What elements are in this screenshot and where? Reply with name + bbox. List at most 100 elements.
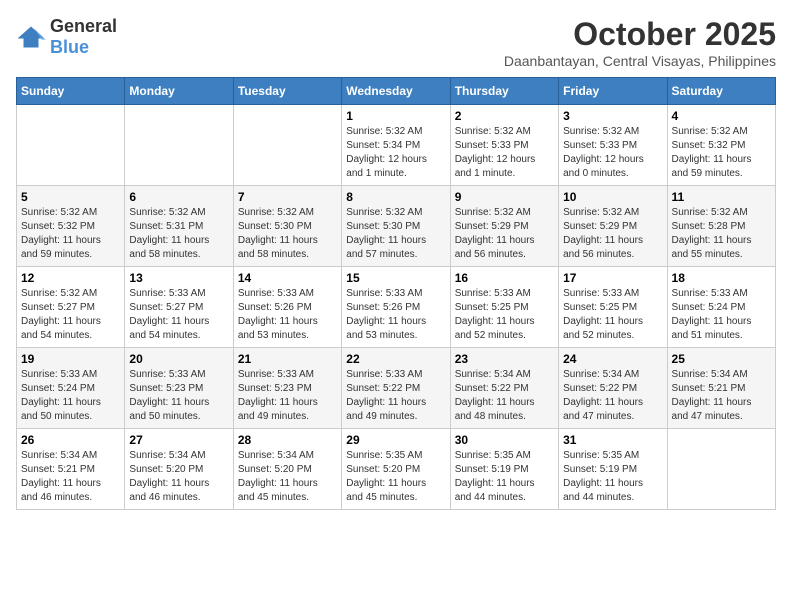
day-number: 25	[672, 352, 771, 366]
day-info: Sunrise: 5:32 AMSunset: 5:27 PMDaylight:…	[21, 287, 120, 343]
week-row-3: 12Sunrise: 5:32 AMSunset: 5:27 PMDayligh…	[17, 267, 776, 348]
header-cell-monday: Monday	[125, 78, 233, 105]
day-cell: 3 Sunrise: 5:32 AMSunset: 5:33 PMDaylight…	[559, 105, 667, 186]
calendar-header: SundayMondayTuesdayWednesdayThursdayFrid…	[17, 78, 776, 105]
day-info: Sunrise: 5:32 AMSunset: 5:31 PMDaylight:…	[129, 206, 228, 262]
week-row-2: 5 Sunrise: 5:32 AMSunset: 5:32 PMDaylight…	[17, 186, 776, 267]
day-info: Sunrise: 5:32 AMSunset: 5:32 PMDaylight:…	[21, 206, 120, 262]
day-info: Sunrise: 5:32 AMSunset: 5:34 PMDaylight:…	[346, 125, 445, 181]
day-number: 26	[21, 433, 120, 447]
day-number: 17	[563, 271, 662, 285]
day-number: 20	[129, 352, 228, 366]
day-cell: 27 Sunrise: 5:34 AMSunset: 5:20 PMDayligh…	[125, 429, 233, 510]
day-info: Sunrise: 5:34 AMSunset: 5:22 PMDaylight:…	[563, 368, 662, 424]
day-cell: 9 Sunrise: 5:32 AMSunset: 5:29 PMDaylight…	[450, 186, 558, 267]
day-info: Sunrise: 5:33 AMSunset: 5:23 PMDaylight:…	[238, 368, 337, 424]
day-number: 18	[672, 271, 771, 285]
day-cell: 23 Sunrise: 5:34 AMSunset: 5:22 PMDayligh…	[450, 348, 558, 429]
day-cell: 13 Sunrise: 5:33 AMSunset: 5:27 PMDayligh…	[125, 267, 233, 348]
calendar-body: 1Sunrise: 5:32 AMSunset: 5:34 PMDaylight…	[17, 105, 776, 510]
day-info: Sunrise: 5:34 AMSunset: 5:21 PMDaylight:…	[672, 368, 771, 424]
day-info: Sunrise: 5:34 AMSunset: 5:21 PMDaylight:…	[21, 449, 120, 505]
day-cell: 12Sunrise: 5:32 AMSunset: 5:27 PMDayligh…	[17, 267, 125, 348]
day-info: Sunrise: 5:35 AMSunset: 5:20 PMDaylight:…	[346, 449, 445, 505]
day-info: Sunrise: 5:32 AMSunset: 5:29 PMDaylight:…	[455, 206, 554, 262]
day-number: 16	[455, 271, 554, 285]
day-number: 5	[21, 190, 120, 204]
day-number: 21	[238, 352, 337, 366]
header-cell-tuesday: Tuesday	[233, 78, 341, 105]
day-cell: 4 Sunrise: 5:32 AMSunset: 5:32 PMDaylight…	[667, 105, 775, 186]
day-number: 31	[563, 433, 662, 447]
day-info: Sunrise: 5:32 AMSunset: 5:33 PMDaylight:…	[563, 125, 662, 181]
header-cell-thursday: Thursday	[450, 78, 558, 105]
week-row-1: 1Sunrise: 5:32 AMSunset: 5:34 PMDaylight…	[17, 105, 776, 186]
day-info: Sunrise: 5:32 AMSunset: 5:28 PMDaylight:…	[672, 206, 771, 262]
day-cell: 1Sunrise: 5:32 AMSunset: 5:34 PMDaylight…	[342, 105, 450, 186]
day-cell: 10 Sunrise: 5:32 AMSunset: 5:29 PMDayligh…	[559, 186, 667, 267]
day-info: Sunrise: 5:32 AMSunset: 5:29 PMDaylight:…	[563, 206, 662, 262]
day-cell: 31 Sunrise: 5:35 AMSunset: 5:19 PMDayligh…	[559, 429, 667, 510]
logo: General Blue	[16, 16, 117, 58]
day-number: 13	[129, 271, 228, 285]
day-cell	[233, 105, 341, 186]
day-number: 4	[672, 109, 771, 123]
day-number: 2	[455, 109, 554, 123]
day-number: 27	[129, 433, 228, 447]
header-cell-wednesday: Wednesday	[342, 78, 450, 105]
day-number: 24	[563, 352, 662, 366]
day-cell: 8 Sunrise: 5:32 AMSunset: 5:30 PMDaylight…	[342, 186, 450, 267]
day-cell: 5 Sunrise: 5:32 AMSunset: 5:32 PMDaylight…	[17, 186, 125, 267]
day-number: 7	[238, 190, 337, 204]
header-cell-friday: Friday	[559, 78, 667, 105]
day-number: 8	[346, 190, 445, 204]
day-info: Sunrise: 5:32 AMSunset: 5:30 PMDaylight:…	[346, 206, 445, 262]
title-area: October 2025 Daanbantayan, Central Visay…	[504, 16, 776, 69]
day-info: Sunrise: 5:33 AMSunset: 5:24 PMDaylight:…	[672, 287, 771, 343]
header: General Blue October 2025 Daanbantayan, …	[16, 16, 776, 69]
day-cell: 21 Sunrise: 5:33 AMSunset: 5:23 PMDayligh…	[233, 348, 341, 429]
day-cell: 29 Sunrise: 5:35 AMSunset: 5:20 PMDayligh…	[342, 429, 450, 510]
day-info: Sunrise: 5:33 AMSunset: 5:27 PMDaylight:…	[129, 287, 228, 343]
day-cell: 17Sunrise: 5:33 AMSunset: 5:25 PMDayligh…	[559, 267, 667, 348]
day-cell: 16 Sunrise: 5:33 AMSunset: 5:25 PMDayligh…	[450, 267, 558, 348]
day-number: 23	[455, 352, 554, 366]
day-number: 28	[238, 433, 337, 447]
day-info: Sunrise: 5:33 AMSunset: 5:22 PMDaylight:…	[346, 368, 445, 424]
day-cell: 2 Sunrise: 5:32 AMSunset: 5:33 PMDaylight…	[450, 105, 558, 186]
header-cell-saturday: Saturday	[667, 78, 775, 105]
logo-icon	[16, 25, 46, 49]
day-number: 10	[563, 190, 662, 204]
day-number: 15	[346, 271, 445, 285]
day-info: Sunrise: 5:35 AMSunset: 5:19 PMDaylight:…	[455, 449, 554, 505]
day-number: 29	[346, 433, 445, 447]
day-cell: 7 Sunrise: 5:32 AMSunset: 5:30 PMDaylight…	[233, 186, 341, 267]
day-info: Sunrise: 5:32 AMSunset: 5:30 PMDaylight:…	[238, 206, 337, 262]
day-cell	[125, 105, 233, 186]
calendar-table: SundayMondayTuesdayWednesdayThursdayFrid…	[16, 77, 776, 510]
location-subtitle: Daanbantayan, Central Visayas, Philippin…	[504, 53, 776, 69]
day-info: Sunrise: 5:34 AMSunset: 5:20 PMDaylight:…	[238, 449, 337, 505]
header-cell-sunday: Sunday	[17, 78, 125, 105]
week-row-4: 19Sunrise: 5:33 AMSunset: 5:24 PMDayligh…	[17, 348, 776, 429]
day-number: 9	[455, 190, 554, 204]
day-info: Sunrise: 5:32 AMSunset: 5:32 PMDaylight:…	[672, 125, 771, 181]
day-info: Sunrise: 5:33 AMSunset: 5:26 PMDaylight:…	[346, 287, 445, 343]
day-info: Sunrise: 5:34 AMSunset: 5:22 PMDaylight:…	[455, 368, 554, 424]
day-number: 22	[346, 352, 445, 366]
day-number: 3	[563, 109, 662, 123]
day-info: Sunrise: 5:33 AMSunset: 5:25 PMDaylight:…	[455, 287, 554, 343]
day-info: Sunrise: 5:33 AMSunset: 5:24 PMDaylight:…	[21, 368, 120, 424]
day-info: Sunrise: 5:32 AMSunset: 5:33 PMDaylight:…	[455, 125, 554, 181]
day-cell: 24 Sunrise: 5:34 AMSunset: 5:22 PMDayligh…	[559, 348, 667, 429]
day-cell: 25 Sunrise: 5:34 AMSunset: 5:21 PMDayligh…	[667, 348, 775, 429]
day-number: 14	[238, 271, 337, 285]
day-cell: 11Sunrise: 5:32 AMSunset: 5:28 PMDayligh…	[667, 186, 775, 267]
day-info: Sunrise: 5:34 AMSunset: 5:20 PMDaylight:…	[129, 449, 228, 505]
day-info: Sunrise: 5:35 AMSunset: 5:19 PMDaylight:…	[563, 449, 662, 505]
day-cell: 18 Sunrise: 5:33 AMSunset: 5:24 PMDayligh…	[667, 267, 775, 348]
day-number: 6	[129, 190, 228, 204]
week-row-5: 26 Sunrise: 5:34 AMSunset: 5:21 PMDayligh…	[17, 429, 776, 510]
day-cell: 14Sunrise: 5:33 AMSunset: 5:26 PMDayligh…	[233, 267, 341, 348]
logo-general: General	[50, 16, 117, 36]
